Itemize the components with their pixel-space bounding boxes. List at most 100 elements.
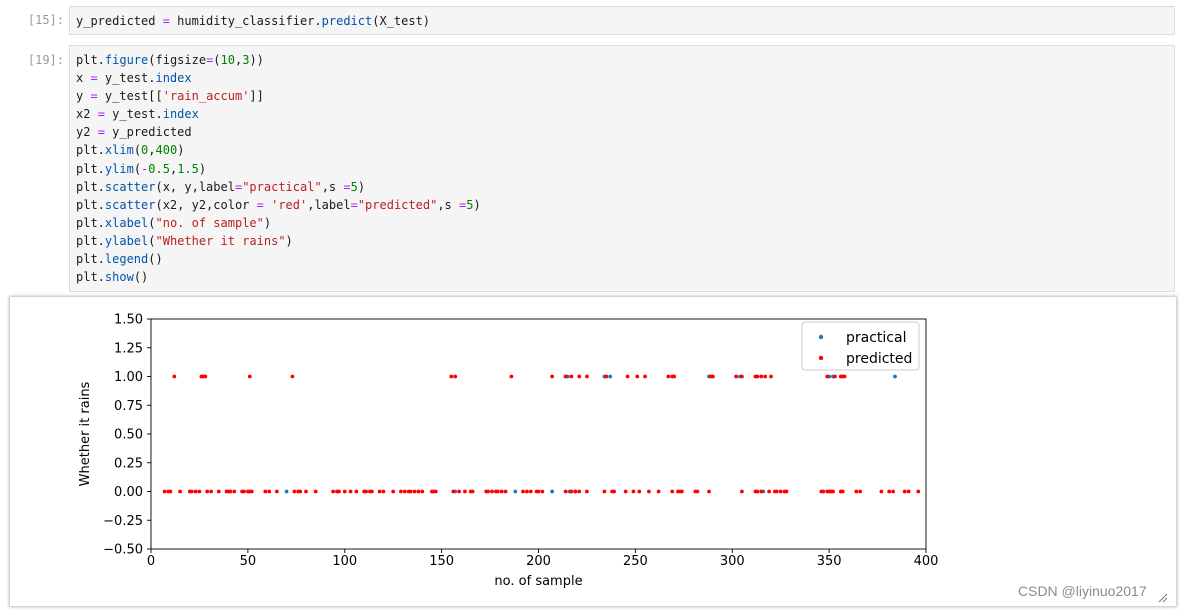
notebook-cell-19[interactable]: [19]: plt.figure(figsize=(10,3)) x = y_t… (0, 45, 1182, 292)
scatter-point-predicted (499, 489, 504, 494)
code-token: index (155, 71, 192, 86)
x-tick-label: 100 (332, 554, 357, 569)
scatter-point-predicted (172, 374, 177, 379)
scatter-point-predicted (854, 489, 859, 494)
code-token: y_test. (104, 107, 163, 122)
scatter-point-predicted (370, 489, 374, 494)
scatter-point-predicted (540, 489, 545, 494)
resize-grip-icon[interactable] (1158, 590, 1168, 603)
scatter-point-predicted (228, 489, 233, 494)
x-tick-label: 250 (623, 554, 648, 569)
scatter-point-predicted (275, 489, 279, 494)
code-token: xlabel (104, 215, 149, 230)
scatter-point-predicted (902, 489, 907, 494)
scatter-point-predicted (821, 489, 826, 494)
legend-marker-practical (818, 334, 824, 340)
scatter-point-predicted (577, 374, 582, 379)
scatter-point-predicted (290, 374, 295, 379)
code-token: ) (263, 215, 272, 230)
scatter-point-predicted (203, 374, 208, 379)
scatter-point-predicted (833, 374, 837, 379)
code-block[interactable]: plt.figure(figsize=(10,3)) x = y_test.in… (70, 51, 1174, 286)
scatter-point-predicted (563, 374, 568, 379)
code-token: 10 (220, 53, 235, 67)
code-token: x2 (76, 107, 98, 122)
scatter-point-predicted (364, 489, 368, 494)
scatter-point-predicted (672, 374, 676, 379)
code-line: plt.show() (76, 270, 148, 284)
scatter-point-predicted (656, 489, 661, 494)
code-block[interactable]: y_predicted = humidity_classifier.predic… (70, 12, 1174, 30)
cell-prompt: [19]: (27, 53, 64, 67)
scatter-point-predicted (916, 489, 921, 494)
scatter-point-predicted (858, 489, 862, 494)
code-token: plt. (76, 53, 105, 67)
code-token: ( (148, 233, 156, 248)
scatter-point-predicted (740, 374, 744, 379)
scatter-point-predicted (573, 489, 578, 494)
scatter-point-predicted (521, 489, 525, 494)
scatter-point-predicted (755, 489, 760, 494)
y-tick-label: −0.25 (103, 514, 143, 529)
scatter-point-predicted (412, 489, 417, 494)
code-token: = (162, 14, 170, 28)
code-line: y_predicted = humidity_classifier.predic… (76, 14, 430, 28)
scatter-point-predicted (205, 489, 210, 494)
y-tick-label: 1.00 (114, 370, 143, 385)
scatter-point-predicted (247, 374, 252, 379)
scatter-point-predicted (337, 489, 341, 494)
scatter-point-predicted (433, 489, 438, 494)
scatter-point-predicted (879, 489, 884, 494)
notebook-cell-15[interactable]: [15]: y_predicted = humidity_classifier.… (0, 6, 1182, 35)
code-token: = (343, 179, 351, 194)
scatter-point-predicted (604, 374, 609, 379)
scatter-point-predicted (457, 489, 461, 494)
code-token: 'rain_accum' (162, 89, 250, 104)
code-token: )) (249, 53, 264, 67)
y-tick-label: −0.50 (103, 543, 143, 558)
scatter-point-predicted (767, 489, 771, 494)
scatter-point-predicted (162, 489, 167, 494)
scatter-point-predicted (666, 374, 671, 379)
code-token: ( (133, 161, 142, 176)
scatter-point-predicted (189, 489, 194, 494)
scatter-point-predicted (263, 489, 268, 494)
scatter-point-predicted (625, 374, 630, 379)
scatter-point-practical (284, 489, 289, 494)
code-token: plt. (76, 161, 105, 176)
scatter-point-predicted (769, 374, 773, 379)
code-token: , (148, 143, 156, 158)
scatter-point-predicted (887, 489, 892, 494)
code-token: 5 (350, 179, 358, 194)
code-token: scatter (104, 179, 156, 194)
scatter-point-predicted (313, 489, 318, 494)
code-token: predict (321, 14, 373, 28)
scatter-point-predicted (637, 489, 642, 494)
scatter-point-predicted (503, 489, 508, 494)
scatter-point-predicted (470, 489, 475, 494)
x-axis-label: no. of sample (494, 574, 582, 589)
scatter-point-predicted (569, 374, 574, 379)
scatter-point-predicted (891, 489, 895, 494)
y-tick-label: 0.25 (114, 456, 143, 471)
scatter-point-predicted (391, 489, 396, 494)
scatter-point-predicted (734, 374, 738, 379)
scatter-point-predicted (209, 489, 214, 494)
code-line: plt.scatter(x2, y2,color = 'red',label="… (76, 198, 481, 212)
code-input-area[interactable]: plt.figure(figsize=(10,3)) x = y_test.in… (69, 45, 1175, 292)
x-tick-label: 50 (240, 554, 257, 569)
scatter-point-predicted (831, 489, 835, 494)
scatter-point-predicted (707, 489, 711, 494)
code-token: ) (198, 161, 207, 176)
scatter-point-predicted (536, 489, 541, 494)
legend-label: practical (846, 330, 906, 346)
scatter-point-predicted (842, 374, 847, 379)
scatter-point-predicted (416, 489, 421, 494)
scatter-point-predicted (449, 374, 454, 379)
code-input-area[interactable]: y_predicted = humidity_classifier.predic… (69, 6, 1175, 35)
code-token: scatter (104, 197, 156, 212)
code-token: humidity_classifier. (169, 14, 322, 28)
scatter-point-predicted (249, 489, 254, 494)
y-tick-label: 0.75 (114, 399, 143, 414)
code-token: plt. (76, 143, 105, 158)
